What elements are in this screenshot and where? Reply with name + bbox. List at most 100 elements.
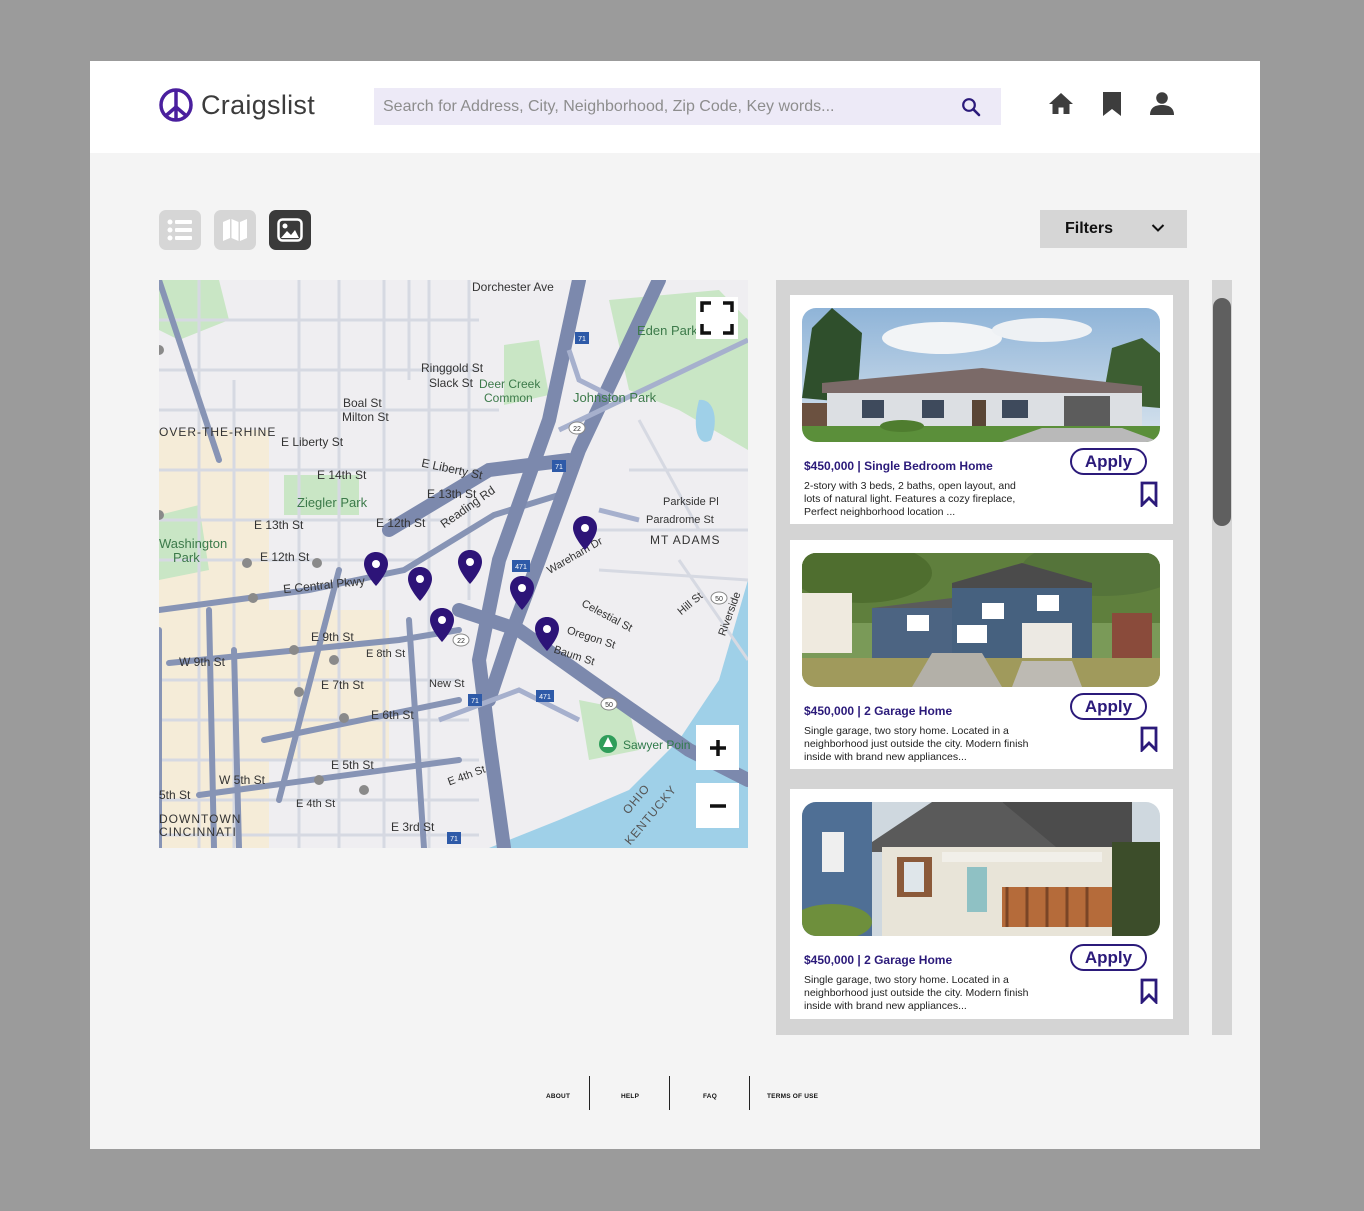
map-label: E 13th St <box>254 518 304 532</box>
bookmark-icon[interactable] <box>1140 978 1158 1004</box>
listing-description: Single garage, two story home. Located i… <box>804 974 1029 1012</box>
scrollbar-thumb[interactable] <box>1213 298 1231 526</box>
footer: ABOUT HELP FAQ TERMS OF USE <box>90 1076 1260 1110</box>
map-label: W 9th St <box>179 655 226 669</box>
search-icon[interactable] <box>961 97 981 117</box>
footer-divider <box>589 1076 590 1110</box>
map-label: Dorchester Ave <box>472 280 554 294</box>
chevron-down-icon <box>1151 224 1165 232</box>
map-label: Park <box>173 550 200 565</box>
map-label: OVER-THE-RHINE <box>159 425 277 439</box>
svg-text:71: 71 <box>471 698 479 705</box>
svg-text:22: 22 <box>573 426 581 433</box>
svg-text:22: 22 <box>457 638 465 645</box>
about-link[interactable]: ABOUT <box>546 1093 570 1100</box>
location-pin-icon[interactable] <box>572 515 598 551</box>
app-name: Craigslist <box>201 89 316 120</box>
map-label: DOWNTOWN <box>159 812 242 826</box>
map-label: Sawyer Poin <box>623 738 691 752</box>
svg-text:71: 71 <box>450 836 458 843</box>
listings-panel[interactable]: $450,000 | Single Bedroom Home 2-story w… <box>776 280 1189 1035</box>
map-label: E 6th St <box>371 708 414 722</box>
search-bar[interactable] <box>374 88 1001 125</box>
location-pin-icon[interactable] <box>407 566 433 602</box>
filters-label: Filters <box>1065 220 1114 237</box>
map-label: E 8th St <box>366 648 406 660</box>
map-label: Ziegler Park <box>297 495 368 510</box>
zoom-in-button[interactable] <box>696 725 739 770</box>
map-label: New St <box>429 678 465 690</box>
map-label: MT ADAMS <box>650 533 721 547</box>
user-icon[interactable] <box>1148 90 1176 118</box>
location-pin-icon[interactable] <box>363 551 389 587</box>
house-photo <box>802 308 1160 442</box>
listing-photo[interactable] <box>802 553 1160 687</box>
map-label: E 3rd St <box>391 820 435 834</box>
map-label: Milton St <box>342 410 389 424</box>
map-label: Ringgold St <box>421 361 484 375</box>
map-label: Paradrome St <box>646 514 714 526</box>
filters-dropdown[interactable]: Filters <box>1040 210 1187 248</box>
listing-description: 2-story with 3 beds, 2 baths, open layou… <box>804 480 1016 518</box>
svg-text:71: 71 <box>555 464 563 471</box>
zoom-out-button[interactable] <box>696 783 739 828</box>
map-label: E 12th St <box>260 550 310 564</box>
svg-text:471: 471 <box>515 564 527 571</box>
bookmark-icon[interactable] <box>1140 726 1158 752</box>
svg-text:471: 471 <box>539 694 551 701</box>
map-label: 5th St <box>159 788 191 802</box>
map-label: E 7th St <box>321 678 364 692</box>
plus-icon <box>709 739 726 756</box>
map-label: CINCINNATI <box>159 825 237 839</box>
fullscreen-button[interactable] <box>696 297 738 339</box>
map-label: E 5th St <box>331 758 374 772</box>
fullscreen-icon <box>700 301 734 335</box>
home-icon[interactable] <box>1047 90 1075 118</box>
map-icon <box>223 219 247 241</box>
house-photo <box>802 802 1160 936</box>
svg-text:71: 71 <box>578 336 586 343</box>
apply-button[interactable]: Apply <box>1070 693 1147 720</box>
list-icon <box>167 219 192 241</box>
map-label: Washington <box>159 536 228 551</box>
location-pin-icon[interactable] <box>457 549 483 585</box>
map-label: W 5th St <box>219 773 266 787</box>
map-view[interactable]: 71 71 471 471 71 71 22 22 50 50 Dorchest… <box>159 280 748 848</box>
listing-title[interactable]: $450,000 | Single Bedroom Home <box>804 459 993 473</box>
listing-title[interactable]: $450,000 | 2 Garage Home <box>804 953 952 967</box>
logo[interactable]: Craigslist <box>158 87 315 123</box>
list-view-button[interactable] <box>159 210 201 250</box>
listing-card[interactable]: $450,000 | Single Bedroom Home 2-story w… <box>790 295 1173 524</box>
help-link[interactable]: HELP <box>621 1093 639 1100</box>
apply-button[interactable]: Apply <box>1070 448 1147 475</box>
map-label: Johnston Park <box>573 390 657 405</box>
apply-button[interactable]: Apply <box>1070 944 1147 971</box>
search-input[interactable] <box>381 96 945 117</box>
image-icon <box>277 218 303 242</box>
map-label: E 9th St <box>311 630 354 644</box>
listing-card[interactable]: $450,000 | 2 Garage Home Single garage, … <box>790 789 1173 1019</box>
map-label: E 12th St <box>376 516 426 530</box>
location-pin-icon[interactable] <box>509 575 535 611</box>
map-label: Eden Park <box>637 323 698 338</box>
location-pin-icon[interactable] <box>429 607 455 643</box>
gallery-view-button[interactable] <box>269 210 311 250</box>
listing-card[interactable]: $450,000 | 2 Garage Home Single garage, … <box>790 540 1173 769</box>
map-label: Parkside Pl <box>663 496 719 508</box>
listing-photo[interactable] <box>802 308 1160 442</box>
map-label: E Liberty St <box>281 435 344 449</box>
bookmark-icon[interactable] <box>1098 90 1126 118</box>
map-label: Boal St <box>343 396 382 410</box>
bookmark-icon[interactable] <box>1140 481 1158 507</box>
svg-text:50: 50 <box>715 596 723 603</box>
peace-icon <box>159 88 193 122</box>
footer-divider <box>669 1076 670 1110</box>
faq-link[interactable]: FAQ <box>703 1093 717 1100</box>
location-pin-icon[interactable] <box>534 616 560 652</box>
svg-text:50: 50 <box>605 702 613 709</box>
listing-photo[interactable] <box>802 802 1160 936</box>
listing-description: Single garage, two story home. Located i… <box>804 725 1029 763</box>
map-view-button[interactable] <box>214 210 256 250</box>
terms-link[interactable]: TERMS OF USE <box>767 1093 818 1100</box>
listing-title[interactable]: $450,000 | 2 Garage Home <box>804 704 952 718</box>
